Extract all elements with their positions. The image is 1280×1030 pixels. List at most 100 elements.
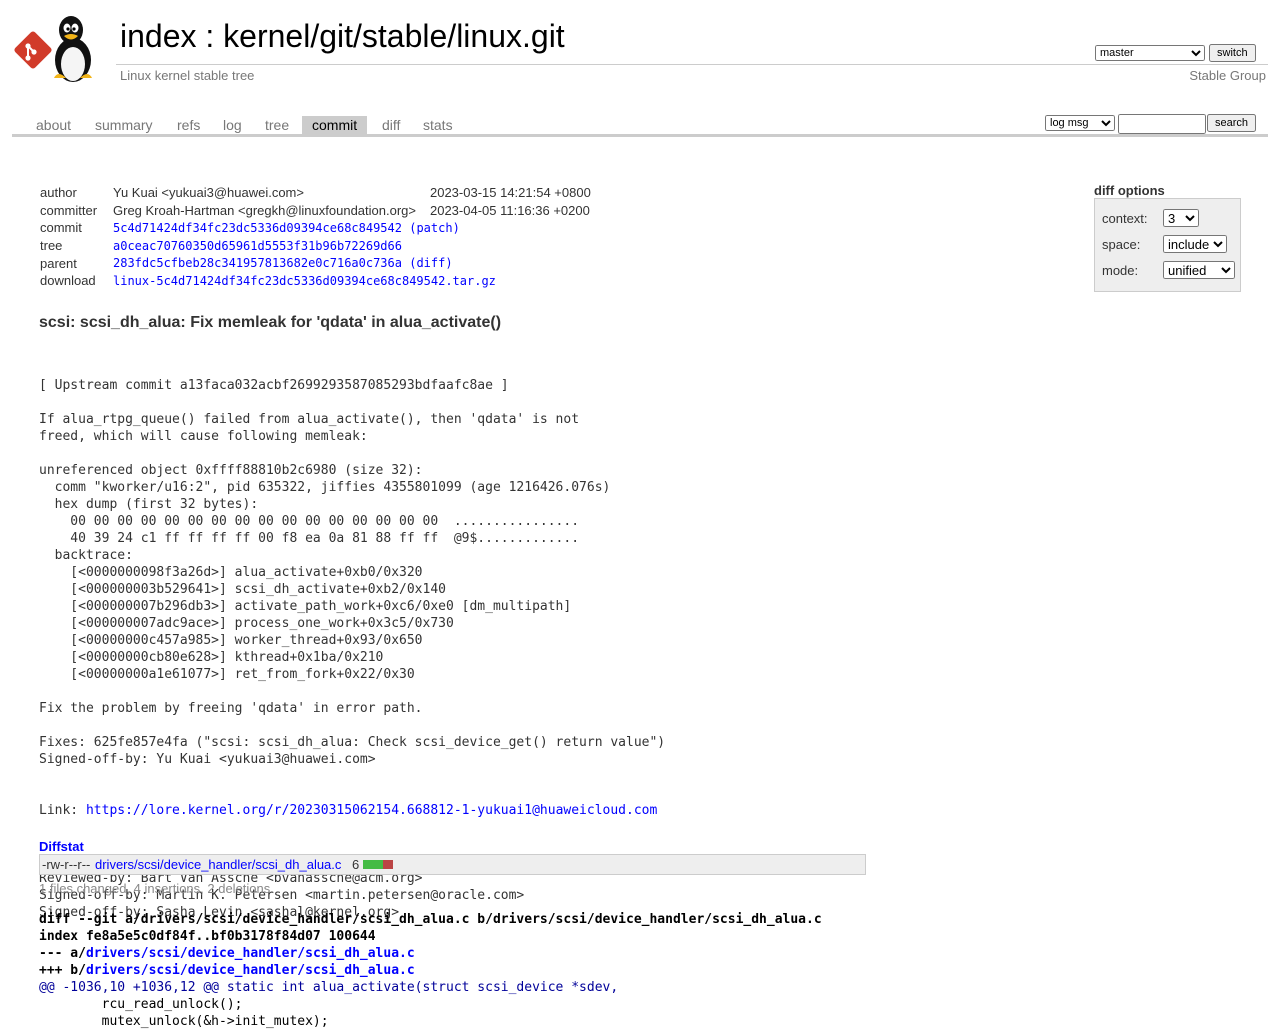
link-line: Link: https://lore.kernel.org/r/20230315… [39, 802, 665, 819]
page-title: index : kernel/git/stable/linux.git [120, 18, 565, 55]
diffstat-summary: 1 files changed, 4 insertions, 2 deletio… [39, 881, 271, 896]
repo-description: Linux kernel stable tree [120, 68, 255, 83]
commit-row: commit 5c4d71424df34fc23dc5336d09394ce68… [40, 219, 591, 237]
download-label: download [40, 273, 96, 289]
committer-label: committer [40, 202, 98, 218]
cgit-tux-logo[interactable] [14, 12, 110, 84]
author-value: Yu Kuai <yukuai3@huawei.com> [113, 185, 304, 201]
mode-select[interactable]: unified [1163, 261, 1235, 279]
message-line: comm "kworker/u16:2", pid 635322, jiffie… [39, 480, 611, 495]
tab-log[interactable]: log [213, 116, 252, 135]
message-line: [<000000003b529641>] scsi_dh_activate+0x… [39, 582, 446, 597]
diff-view: diff --git a/drivers/scsi/device_handler… [39, 911, 822, 1030]
message-line: Signed-off-by: Yu Kuai <yukuai3@huawei.c… [39, 752, 376, 767]
tree-label: tree [40, 238, 63, 254]
hunk-marker: @@ -1036,10 +1036,12 @@ [39, 980, 220, 995]
context-label: context: [1102, 211, 1148, 226]
hunk-context: static int alua_activate(struct scsi_dev… [219, 980, 619, 995]
commit-info-table: author Yu Kuai <yukuai3@huawei.com> 2023… [40, 184, 591, 290]
commit-message: [ Upstream commit a13faca032acbf26992935… [39, 343, 665, 938]
diffstat-count: 6 [352, 857, 360, 872]
diff-git-header: diff --git a/drivers/scsi/device_handler… [39, 912, 822, 927]
git-logo-icon [14, 31, 52, 69]
link-prefix: Link: [39, 803, 86, 818]
tree-value: a0ceac70760350d65961d5553f31b96b72269d66 [113, 237, 591, 255]
committer-time: 2023-04-05 11:16:36 +0200 [429, 202, 590, 218]
search-type-select[interactable]: log msg [1045, 115, 1115, 131]
committer-value: Greg Kroah-Hartman <gregkh@linuxfoundati… [113, 202, 416, 218]
tab-stats[interactable]: stats [413, 116, 463, 135]
message-line [39, 445, 665, 462]
commit-subject: scsi: scsi_dh_alua: Fix memleak for 'qda… [39, 314, 502, 331]
repo-owner: Stable Group [1189, 68, 1266, 83]
diff-context-line: mutex_unlock(&h->init_mutex); [39, 1014, 329, 1029]
mode-label: mode: [1102, 263, 1139, 278]
plus-file-link[interactable]: drivers/scsi/device_handler/scsi_dh_alua… [86, 963, 415, 978]
parent-label: parent [40, 255, 77, 271]
diffstat-file-link[interactable]: drivers/scsi/device_handler/scsi_dh_alua… [95, 857, 341, 872]
message-line: [<000000007adc9ace>] process_one_work+0x… [39, 616, 454, 631]
search-input[interactable] [1118, 114, 1206, 134]
search-button[interactable]: search [1207, 114, 1257, 132]
committer-row: committer Greg Kroah-Hartman <gregkh@lin… [40, 202, 591, 220]
file-mode: -rw-r--r-- [42, 857, 91, 872]
header-divider [116, 64, 1268, 65]
message-line: hex dump (first 32 bytes): [39, 497, 259, 512]
context-select[interactable]: 3 [1163, 209, 1199, 227]
message-line [39, 683, 665, 700]
author-row: author Yu Kuai <yukuai3@huawei.com> 2023… [40, 184, 591, 202]
switch-button[interactable]: switch [1209, 44, 1256, 62]
commit-value: 5c4d71424df34fc23dc5336d09394ce68c849542… [113, 219, 591, 237]
message-line: [<0000000098f3a26d>] alua_activate+0xb0/… [39, 565, 423, 580]
title-separator: : [196, 18, 224, 54]
download-row: download linux-5c4d71424df34fc23dc5336d0… [40, 272, 591, 290]
tux-penguin-icon [54, 16, 92, 82]
commit-label: commit [40, 220, 82, 236]
diff-index-header: index fe8a5e5c0df84f..bf0b3178f84d07 100… [39, 929, 376, 944]
message-line: [<000000007b296db3>] activate_path_work+… [39, 599, 572, 614]
insertions-bar [363, 860, 383, 869]
diff-options-panel: context: 3 space: include mode: unified [1094, 198, 1241, 292]
parent-sha-link[interactable]: 283fdc5cfbeb28c341957813682e0c716a0c736a [113, 256, 402, 270]
message-line: [ Upstream commit a13faca032acbf26992935… [39, 378, 509, 393]
message-line: Fix the problem by freeing 'qdata' in er… [39, 701, 423, 716]
space-select[interactable]: include [1163, 235, 1227, 253]
message-line: [<00000000cb80e628>] kthread+0x1ba/0x210 [39, 650, 384, 665]
tab-tree[interactable]: tree [255, 116, 299, 135]
tab-summary[interactable]: summary [85, 116, 163, 135]
tab-about[interactable]: about [26, 116, 81, 135]
diff-context-line: rcu_read_unlock(); [39, 997, 243, 1012]
parent-value: 283fdc5cfbeb28c341957813682e0c716a0c736a… [113, 254, 591, 272]
message-line: backtrace: [39, 548, 133, 563]
diffstat-graph [363, 860, 393, 869]
diffstat-link[interactable]: Diffstat [39, 839, 84, 854]
plus-prefix: +++ b/ [39, 963, 86, 978]
message-line [39, 394, 665, 411]
patch-link[interactable]: (patch) [409, 221, 460, 235]
download-link[interactable]: linux-5c4d71424df34fc23dc5336d09394ce68c… [113, 274, 496, 288]
tab-refs[interactable]: refs [167, 116, 210, 135]
diff-options-title: diff options [1094, 183, 1165, 198]
parent-diff-link[interactable]: (diff) [409, 256, 452, 270]
branch-select[interactable]: master [1095, 45, 1205, 61]
tree-row: tree a0ceac70760350d65961d5553f31b96b722… [40, 237, 591, 255]
author-label: author [40, 185, 77, 201]
diffstat-table: -rw-r--r-- drivers/scsi/device_handler/s… [39, 854, 866, 875]
tree-sha-link[interactable]: a0ceac70760350d65961d5553f31b96b72269d66 [113, 239, 402, 253]
hunk-header: @@ -1036,10 +1036,12 @@ static int alua_… [39, 979, 822, 996]
space-label: space: [1102, 237, 1141, 252]
commit-message-body: [ Upstream commit a13faca032acbf26992935… [39, 377, 665, 768]
message-line: unreferenced object 0xffff88810b2c6980 (… [39, 463, 423, 478]
repo-link[interactable]: kernel/git/stable/linux.git [223, 18, 565, 54]
message-line: 40 39 24 c1 ff ff ff ff 00 f8 ea 0a 81 8… [39, 531, 580, 546]
tab-commit[interactable]: commit [302, 116, 368, 135]
message-line [39, 717, 665, 734]
author-time: 2023-03-15 14:21:54 +0800 [429, 185, 591, 201]
tab-diff[interactable]: diff [372, 116, 410, 135]
commit-sha-link[interactable]: 5c4d71424df34fc23dc5336d09394ce68c849542 [113, 221, 402, 235]
index-link[interactable]: index [120, 18, 197, 54]
message-line: Fixes: 625fe857e4fa ("scsi: scsi_dh_alua… [39, 735, 666, 750]
lore-link[interactable]: https://lore.kernel.org/r/20230315062154… [86, 803, 657, 818]
minus-file-link[interactable]: drivers/scsi/device_handler/scsi_dh_alua… [86, 946, 415, 961]
message-line: [<00000000a1e61077>] ret_from_fork+0x22/… [39, 667, 415, 682]
